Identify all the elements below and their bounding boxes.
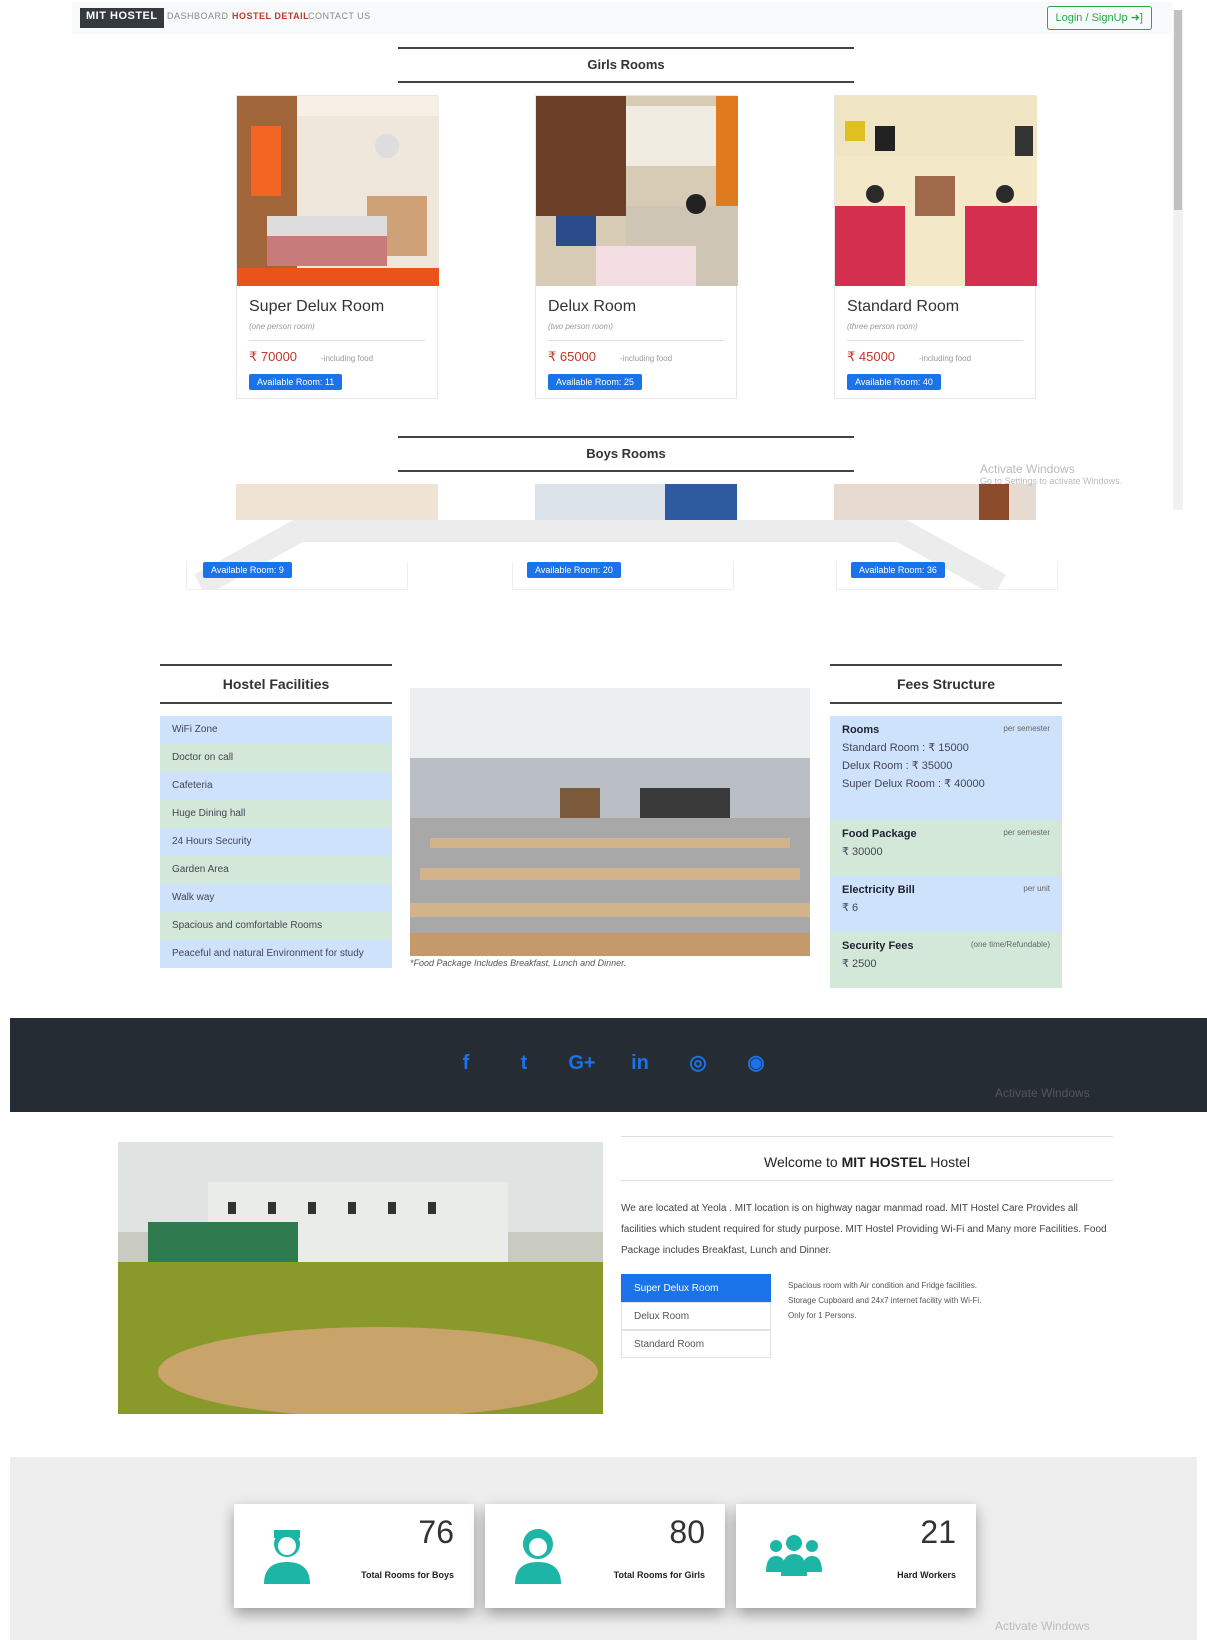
room-price: ₹ 70000 <box>249 349 298 364</box>
available-room-badge: Available Room: 25 <box>548 374 642 390</box>
tab-description: Spacious room with Air condition and Fri… <box>788 1281 982 1320</box>
facility-item: Peaceful and natural Environment for stu… <box>160 940 392 968</box>
price-note: -including food <box>919 354 972 363</box>
room-subtitle: (two person room) <box>548 322 613 331</box>
room-card-super-delux: Super Delux Room (one person room) ₹ 700… <box>236 95 439 399</box>
hostel-facilities-title: Hostel Facilities <box>160 664 392 704</box>
fee-security: Security Fees (one time/Refundable) ₹ 250… <box>830 932 1062 988</box>
room-card-delux: Delux Room (two person room) ₹ 65000 -in… <box>535 95 738 399</box>
fee-electricity: Electricity Bill per unit ₹ 6 <box>830 876 1062 932</box>
facilities-panel: Hostel Facilities WiFi Zone Doctor on ca… <box>0 590 1207 1010</box>
available-room-badge: Available Room: 20 <box>527 562 621 578</box>
github-icon[interactable]: ◉ <box>741 1048 771 1078</box>
linkedin-icon[interactable]: in <box>625 1048 655 1078</box>
stat-number: 21 <box>920 1514 956 1550</box>
stats-panel: 76 Total Rooms for Boys 80 Total Rooms f… <box>10 1457 1197 1640</box>
room-price: ₹ 65000 <box>548 349 597 364</box>
price-note: -including food <box>321 354 374 363</box>
workers-icon <box>766 1535 822 1576</box>
available-room-badge: Available Room: 36 <box>851 562 945 578</box>
facility-item: Walk way <box>160 884 392 912</box>
room-subtitle: (three person room) <box>847 322 918 331</box>
fees-structure-title: Fees Structure <box>830 664 1062 704</box>
scrollbar[interactable] <box>1173 10 1183 510</box>
room-subtitle: (one person room) <box>249 322 315 331</box>
stat-card-girls: 80 Total Rooms for Girls <box>485 1504 725 1608</box>
welcome-text: We are located at Yeola . MIT location i… <box>621 1203 1107 1256</box>
divider <box>847 340 1023 341</box>
activate-windows-watermark: Activate Windows Go to Settings to activa… <box>980 462 1123 486</box>
google-plus-icon[interactable]: G+ <box>567 1048 597 1078</box>
stat-label: Hard Workers <box>897 1570 956 1580</box>
price-note: -including food <box>620 354 673 363</box>
boys-rooms-strip: Available Room: 9 Available Room: 20 Ava… <box>0 520 1207 590</box>
hostel-building-photo <box>118 1142 603 1414</box>
rooms-panel: MIT HOSTEL DASHBOARD HOSTEL DETAIL CONTA… <box>0 0 1207 520</box>
nav-link-hostel-detail[interactable]: HOSTEL DETAIL <box>232 11 309 21</box>
fee-food: Food Package per semester ₹ 30000 <box>830 820 1062 876</box>
facebook-icon[interactable]: f <box>451 1048 481 1078</box>
stat-number: 80 <box>669 1514 705 1550</box>
fees-list: Rooms per semester Standard Room : ₹ 1500… <box>830 716 1062 988</box>
stat-card-workers: 21 Hard Workers <box>736 1504 976 1608</box>
room-title: Delux Room <box>548 298 637 315</box>
social-footer: f t G+ in ◎ ◉ Activate Windows <box>10 1018 1207 1112</box>
girls-rooms-title: Girls Rooms <box>398 47 854 83</box>
room-title: Super Delux Room <box>249 298 385 315</box>
facility-item: Doctor on call <box>160 744 392 772</box>
available-room-badge: Available Room: 9 <box>203 562 292 578</box>
divider <box>621 1136 1113 1137</box>
top-navbar: MIT HOSTEL DASHBOARD HOSTEL DETAIL CONTA… <box>72 2 1172 34</box>
facility-item: Cafeteria <box>160 772 392 800</box>
tab-delux-room[interactable]: Delux Room <box>621 1302 771 1330</box>
tab-standard-room[interactable]: Standard Room <box>621 1330 771 1358</box>
divider <box>249 340 425 341</box>
facility-item: 24 Hours Security <box>160 828 392 856</box>
facilities-list: WiFi Zone Doctor on call Cafeteria Huge … <box>160 716 392 968</box>
room-tabs: Super Delux Room Delux Room Standard Roo… <box>621 1274 771 1358</box>
activate-windows-watermark: Activate Windows <box>995 1619 1090 1633</box>
room-price: ₹ 45000 <box>847 349 896 364</box>
boys-rooms-title: Boys Rooms <box>398 436 854 472</box>
room-card-standard: Standard Room (three person room) ₹ 4500… <box>834 95 1037 399</box>
available-room-badge: Available Room: 40 <box>847 374 941 390</box>
stat-label: Total Rooms for Boys <box>361 1570 454 1580</box>
welcome-panel: Welcome to MIT HOSTEL Hostel We are loca… <box>0 1112 1207 1457</box>
boys-room-photo <box>535 484 737 520</box>
brand-logo[interactable]: MIT HOSTEL <box>80 8 164 28</box>
room-photo <box>835 96 1037 286</box>
facility-item: Garden Area <box>160 856 392 884</box>
twitter-icon[interactable]: t <box>509 1048 539 1078</box>
room-photo <box>536 96 738 286</box>
food-package-caption: *Food Package Includes Breakfast, Lunch … <box>410 958 627 968</box>
boys-card: Available Room: 9 <box>186 562 408 590</box>
stat-number: 76 <box>418 1514 454 1550</box>
boys-card: Available Room: 20 <box>512 562 734 590</box>
fee-rooms: Rooms per semester Standard Room : ₹ 1500… <box>830 716 1062 820</box>
room-title: Standard Room <box>847 298 960 315</box>
activate-windows-watermark: Activate Windows <box>995 1086 1090 1100</box>
welcome-title: Welcome to MIT HOSTEL Hostel <box>764 1154 970 1170</box>
nav-link-dashboard[interactable]: DASHBOARD <box>167 11 229 21</box>
available-room-badge: Available Room: 11 <box>249 374 343 390</box>
boys-room-photo <box>236 484 438 520</box>
facility-item: WiFi Zone <box>160 716 392 744</box>
facility-item: Huge Dining hall <box>160 800 392 828</box>
divider <box>621 1180 1113 1181</box>
dining-hall-photo <box>410 688 810 956</box>
boys-card: Available Room: 36 <box>836 562 1058 590</box>
login-signup-button[interactable]: Login / SignUp ➜] <box>1046 6 1152 30</box>
stat-card-boys: 76 Total Rooms for Boys <box>234 1504 474 1608</box>
tab-super-delux-room[interactable]: Super Delux Room <box>621 1274 771 1302</box>
room-photo <box>237 96 439 286</box>
divider <box>548 340 724 341</box>
boy-icon <box>264 1530 310 1584</box>
facility-item: Spacious and comfortable Rooms <box>160 912 392 940</box>
nav-link-contact-us[interactable]: CONTACT US <box>308 11 371 21</box>
instagram-icon[interactable]: ◎ <box>683 1048 713 1078</box>
girl-icon <box>515 1529 561 1584</box>
stat-label: Total Rooms for Girls <box>613 1570 705 1580</box>
boys-room-photo <box>834 484 1036 520</box>
scrollbar-thumb[interactable] <box>1174 10 1182 210</box>
